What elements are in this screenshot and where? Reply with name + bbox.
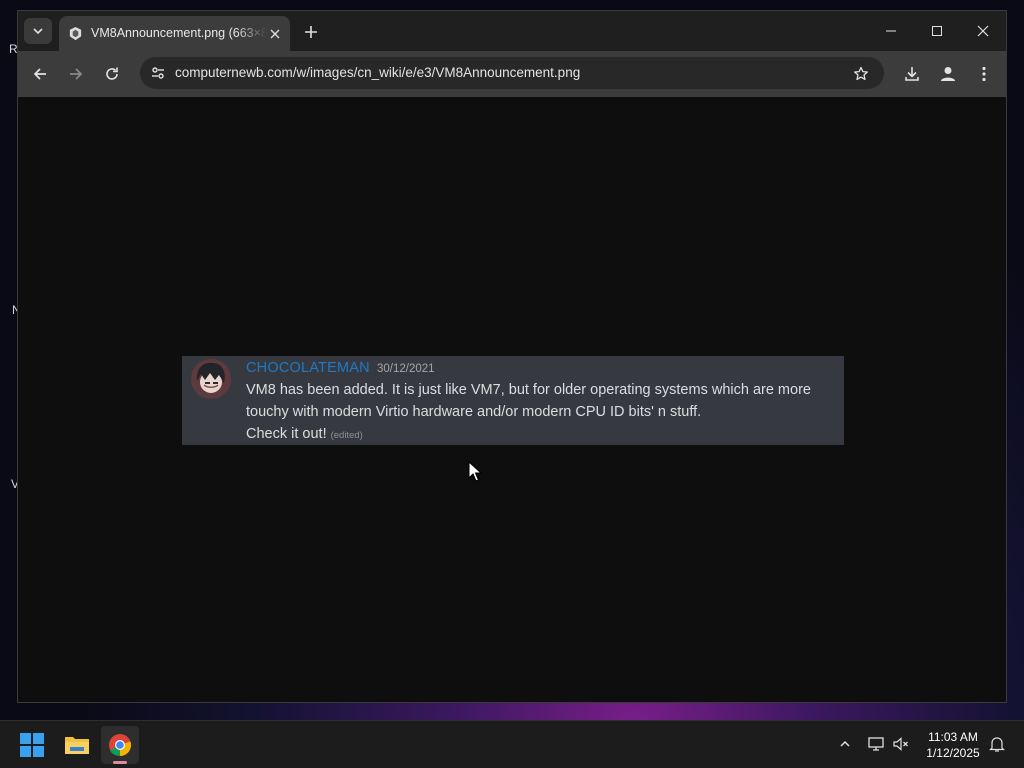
volume-button[interactable] bbox=[891, 734, 911, 754]
minimize-icon bbox=[886, 30, 896, 32]
tune-icon bbox=[152, 67, 164, 79]
close-icon bbox=[270, 29, 280, 39]
image-viewport: CHOCOLATEMAN 30/12/2021 VM8 has been add… bbox=[18, 97, 1006, 702]
notification-bell-icon bbox=[989, 737, 1005, 752]
reload-button[interactable] bbox=[100, 62, 124, 86]
browser-window: VM8Announcement.png (663×89) computernew… bbox=[17, 10, 1007, 703]
active-app-indicator bbox=[113, 761, 127, 764]
download-icon bbox=[905, 67, 919, 81]
taskbar: 11:03 AM 1/12/2025 bbox=[0, 720, 1024, 768]
chevron-up-icon bbox=[840, 740, 850, 747]
plus-icon bbox=[305, 26, 317, 38]
announcement-image: CHOCOLATEMAN 30/12/2021 VM8 has been add… bbox=[182, 356, 844, 445]
maximize-icon bbox=[932, 26, 942, 36]
tab-strip: VM8Announcement.png (663×89) bbox=[18, 11, 1006, 51]
avatar-image bbox=[191, 359, 231, 399]
address-bar[interactable]: computernewb.com/w/images/cn_wiki/e/e3/V… bbox=[140, 57, 884, 89]
message-date: 30/12/2021 bbox=[377, 363, 435, 375]
maximize-button[interactable] bbox=[915, 16, 959, 46]
message-line-1: VM8 has been added. It is just like VM7,… bbox=[246, 382, 811, 398]
browser-menu-button[interactable] bbox=[972, 62, 996, 86]
tab-search-button[interactable] bbox=[24, 18, 52, 44]
person-icon bbox=[941, 67, 955, 81]
volume-muted-icon bbox=[893, 737, 908, 751]
network-icon bbox=[868, 737, 884, 751]
tab-title: VM8Announcement.png (663×89) bbox=[91, 26, 267, 40]
close-icon bbox=[977, 25, 989, 37]
arrow-right-icon bbox=[70, 68, 83, 80]
folder-icon bbox=[65, 737, 89, 754]
arrow-left-icon bbox=[33, 68, 46, 80]
tab-active[interactable]: VM8Announcement.png (663×89) bbox=[59, 16, 290, 51]
network-button[interactable] bbox=[866, 734, 886, 754]
edited-tag: (edited) bbox=[330, 430, 363, 441]
downloads-button[interactable] bbox=[900, 62, 924, 86]
message-line-3: Check it out! (edited) bbox=[246, 425, 363, 445]
minimize-button[interactable] bbox=[869, 16, 913, 46]
mouse-cursor-icon bbox=[468, 461, 482, 482]
more-vert-icon bbox=[982, 66, 986, 82]
clock-date: 1/12/2025 bbox=[926, 746, 980, 760]
show-hidden-icons-button[interactable] bbox=[835, 734, 855, 754]
site-info-button[interactable] bbox=[147, 62, 169, 84]
tab-close-button[interactable] bbox=[266, 25, 284, 43]
avatar bbox=[191, 359, 231, 399]
windows-start-icon bbox=[20, 733, 44, 757]
close-window-button[interactable] bbox=[961, 16, 1005, 46]
message-line-2: touchy with modern Virtio hardware and/o… bbox=[246, 404, 702, 420]
notification-center-button[interactable] bbox=[987, 734, 1007, 754]
bookmark-button[interactable] bbox=[850, 63, 872, 85]
site-favicon-icon bbox=[69, 26, 82, 41]
chevron-down-icon bbox=[33, 28, 43, 35]
browser-toolbar: computernewb.com/w/images/cn_wiki/e/e3/V… bbox=[18, 51, 1006, 97]
star-icon bbox=[854, 66, 868, 81]
new-tab-button[interactable] bbox=[301, 22, 321, 42]
chrome-icon bbox=[109, 734, 132, 757]
back-button[interactable] bbox=[28, 62, 52, 86]
chrome-taskbar-button[interactable] bbox=[101, 726, 139, 764]
forward-button[interactable] bbox=[64, 62, 88, 86]
clock[interactable]: 11:03 AM 1/12/2025 bbox=[920, 729, 986, 761]
profile-button[interactable] bbox=[936, 62, 960, 86]
file-explorer-button[interactable] bbox=[58, 726, 96, 764]
clock-time: 11:03 AM bbox=[928, 730, 978, 744]
url-text[interactable]: computernewb.com/w/images/cn_wiki/e/e3/V… bbox=[175, 64, 580, 82]
message-line-3-text: Check it out! bbox=[246, 426, 327, 442]
reload-icon bbox=[106, 67, 118, 80]
start-button[interactable] bbox=[13, 726, 51, 764]
message-username: CHOCOLATEMAN bbox=[246, 360, 370, 376]
